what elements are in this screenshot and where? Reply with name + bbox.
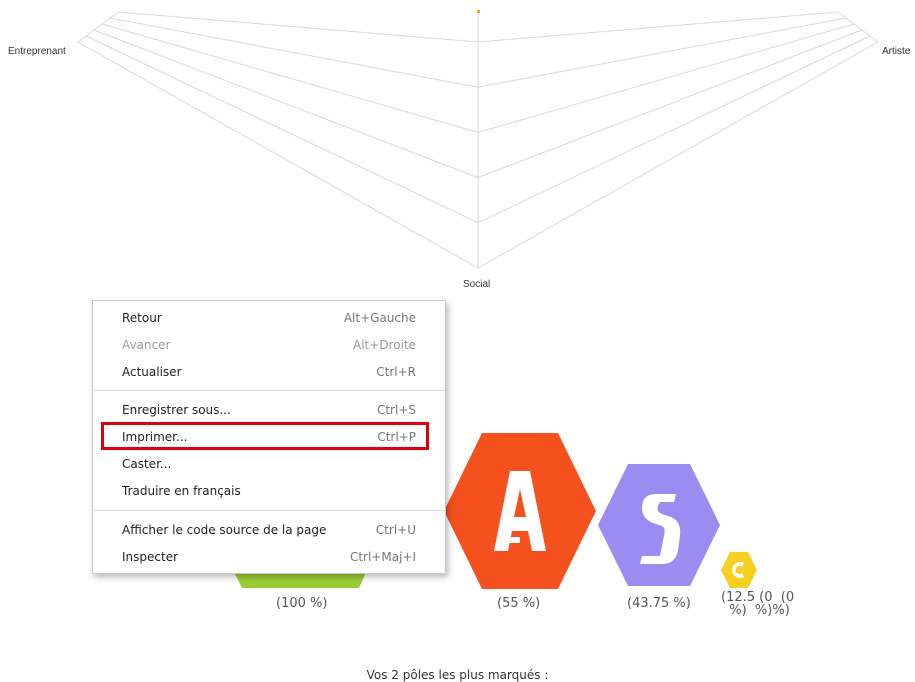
pole-percent-1: (100 %): [276, 596, 328, 611]
radar-grid-line: [101, 23, 479, 133]
radar-grid-line: [117, 11, 479, 43]
pole-hexagon-a: [444, 433, 596, 589]
pole-percent-s: (43.75 %): [627, 596, 691, 611]
menu-item-shortcut: Ctrl+U: [375, 523, 416, 537]
menu-item-label: Caster...: [122, 457, 172, 471]
menu-item-caster[interactable]: Caster...: [93, 452, 445, 478]
radar-grid-line: [85, 35, 479, 224]
menu-item-label: Afficher le code source de la page: [122, 523, 327, 537]
menu-item-inspecter[interactable]: Inspecter Ctrl+Maj+I: [93, 545, 445, 571]
menu-item-shortcut: Ctrl+R: [376, 365, 416, 379]
menu-item-label: Actualiser: [122, 365, 182, 379]
menu-item-code-source[interactable]: Afficher le code source de la page Ctrl+…: [93, 518, 445, 544]
summary-text: Vos 2 pôles les plus marqués :: [366, 668, 549, 682]
menu-item-shortcut: Ctrl+S: [376, 403, 416, 417]
menu-item-label: Traduire en français: [122, 484, 241, 498]
menu-separator: [93, 390, 445, 391]
menu-item-enregistrer[interactable]: Enregistrer sous... Ctrl+S: [93, 398, 445, 424]
menu-item-shortcut: Alt+Droite: [353, 338, 416, 352]
radar-grid-line: [477, 23, 855, 133]
menu-separator: [93, 510, 445, 511]
axis-label-entreprenant: Entreprenant: [8, 46, 66, 57]
radar-point: [477, 10, 480, 13]
menu-item-actualiser[interactable]: Actualiser Ctrl+R: [93, 360, 445, 386]
menu-item-label: Retour: [122, 311, 162, 325]
axis-label-social: Social: [463, 279, 491, 290]
highlight-box: [101, 422, 429, 450]
pole-percent-c: (12.5 (0 (0 %) %)%): [721, 590, 795, 618]
radar-grid-line: [477, 11, 839, 43]
radar-grid-line: [109, 17, 479, 88]
menu-item-label: Enregistrer sous...: [122, 403, 231, 417]
menu-item-avancer[interactable]: Avancer Alt+Droite: [93, 333, 445, 359]
menu-item-label: Inspecter: [122, 550, 179, 564]
menu-item-shortcut: Alt+Gauche: [343, 311, 416, 325]
radar-grid-line: [477, 35, 871, 224]
pole-hexagon-s: [598, 464, 720, 586]
axis-label-artiste: Artiste: [882, 46, 911, 57]
pole-percent-a: (55 %): [497, 596, 541, 611]
menu-item-retour[interactable]: Retour Alt+Gauche: [93, 306, 445, 332]
pole-hexagon-c: [721, 552, 757, 588]
radar-grid-line: [477, 17, 847, 88]
menu-item-label: Avancer: [122, 338, 171, 352]
radar-grid-line: [93, 29, 479, 179]
radar-grid-line: [477, 29, 863, 179]
menu-item-traduire[interactable]: Traduire en français: [93, 479, 445, 505]
menu-item-shortcut: Ctrl+Maj+I: [349, 550, 416, 564]
